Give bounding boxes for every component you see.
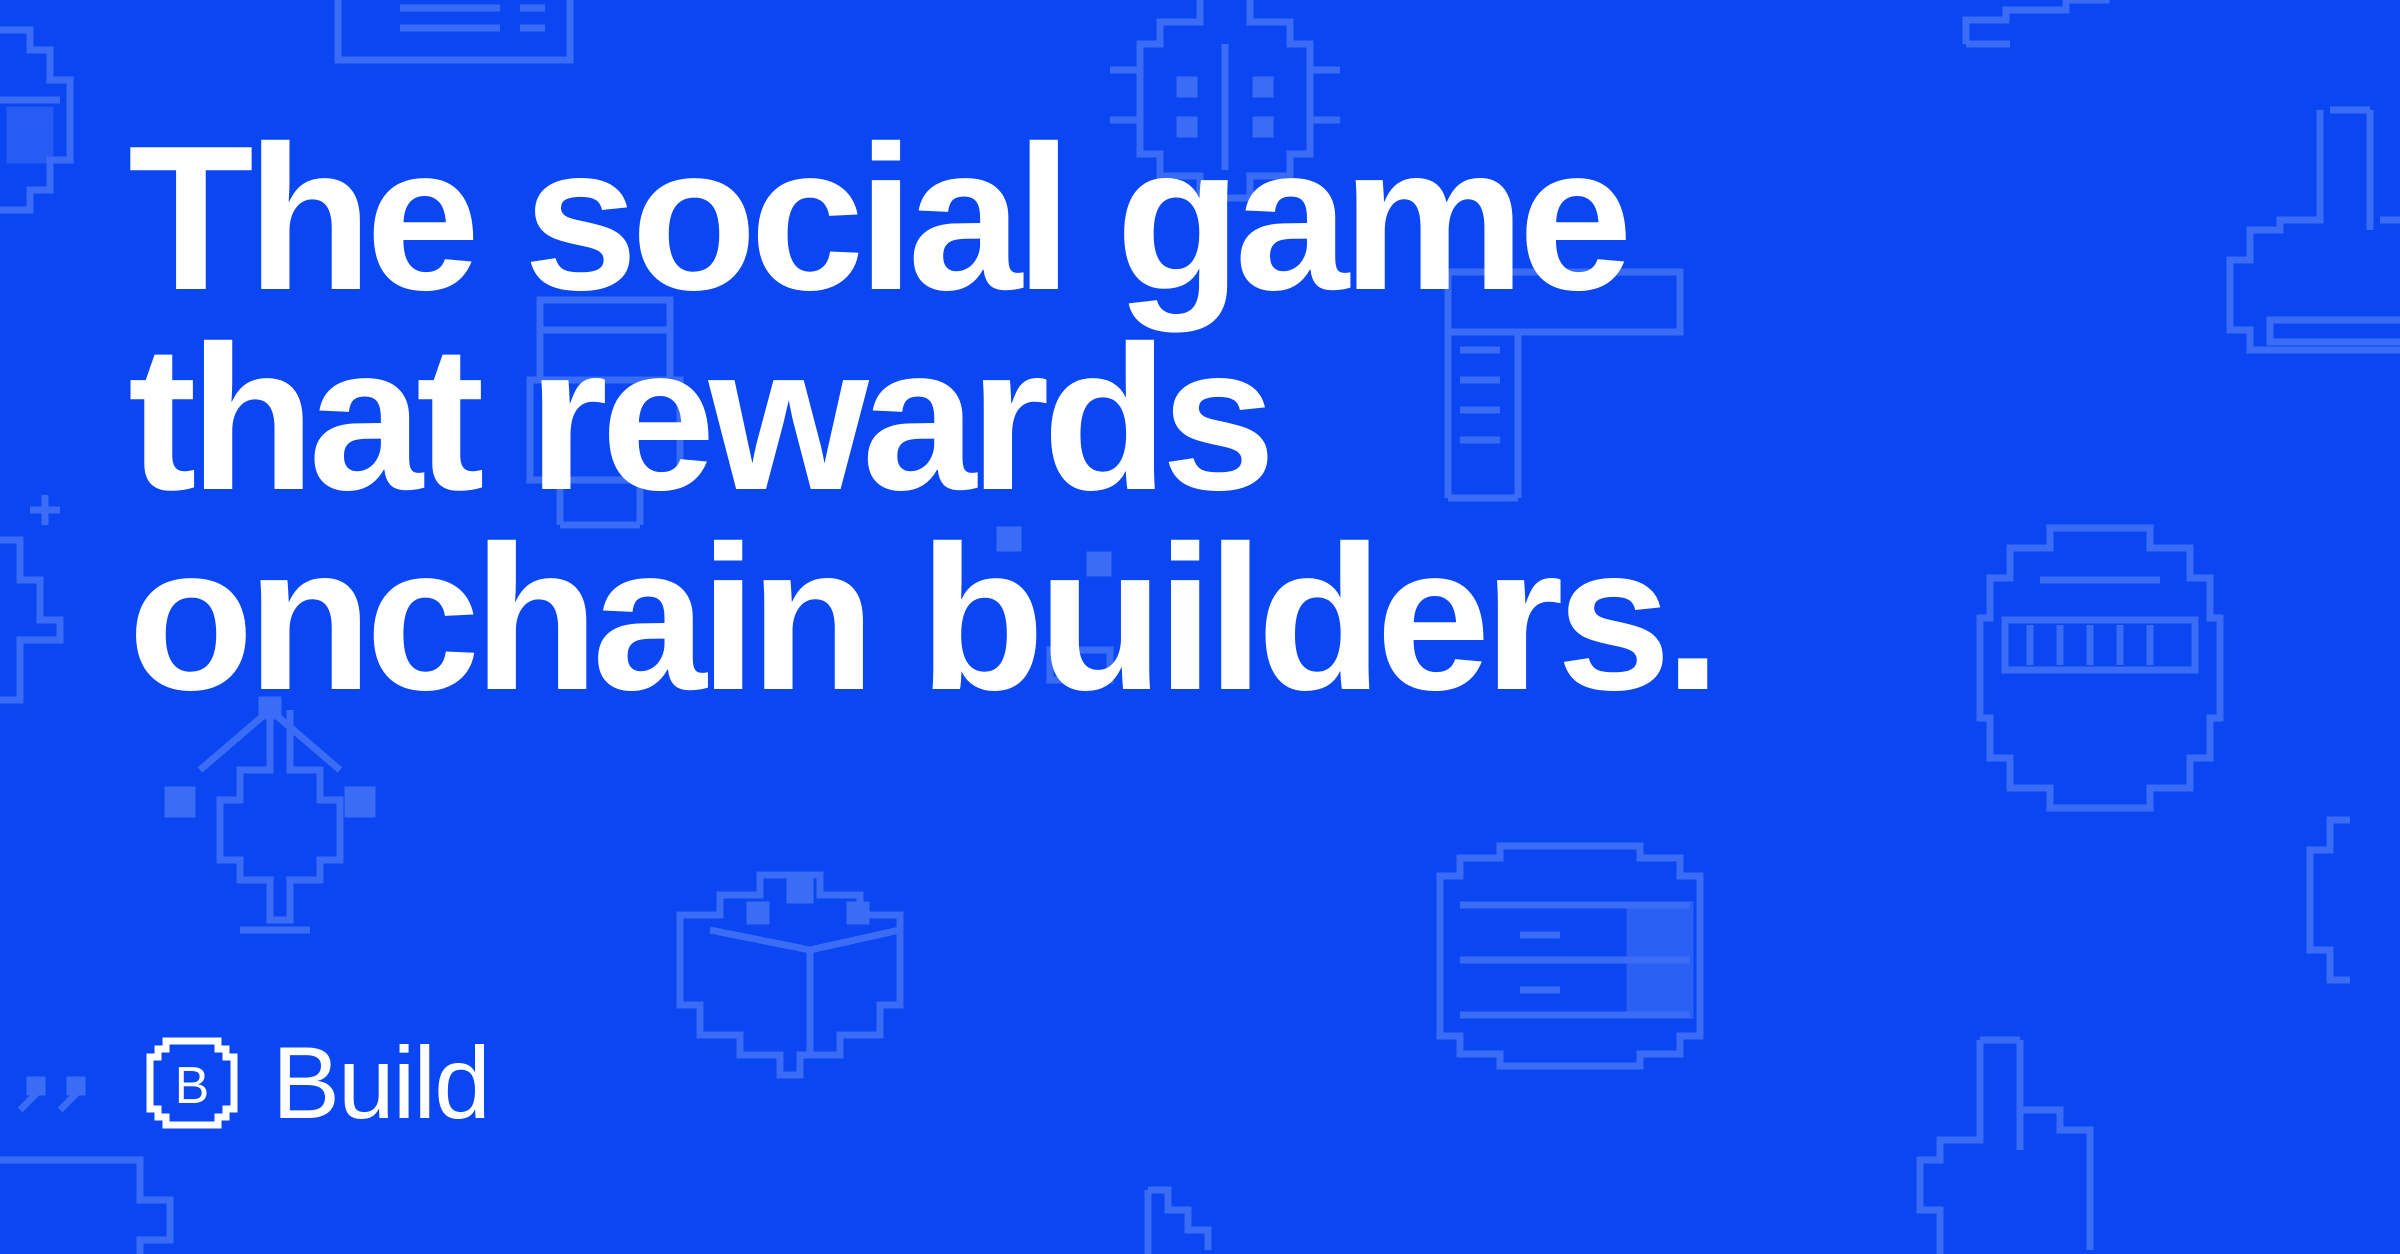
- brand-lockup: B Build: [146, 1025, 491, 1141]
- database-icon: [1436, 842, 1704, 1070]
- keyboard-icon: [334, 0, 574, 64]
- coffee-mug-icon: [0, 1076, 174, 1254]
- brand-name: Build: [272, 1026, 491, 1140]
- pencil-icon: [1962, 0, 2110, 48]
- helmet-icon: [1976, 524, 2224, 812]
- headline-line-3: onchain builders.: [128, 503, 1721, 733]
- headline-line-1: The social game: [128, 103, 1633, 333]
- pen-nib-icon: [164, 696, 376, 934]
- build-logo-letter: B: [175, 1057, 210, 1115]
- hand-pointer-icon: [1916, 816, 2350, 1254]
- hand-pointer-icon: [2226, 106, 2400, 354]
- headline: The social game that rewards onchain bui…: [128, 103, 1721, 733]
- cube-icon: [676, 871, 904, 1079]
- build-logo-icon: B: [146, 1037, 238, 1129]
- headline-line-2: that rewards: [128, 303, 1276, 533]
- basketball-icon: [0, 26, 74, 214]
